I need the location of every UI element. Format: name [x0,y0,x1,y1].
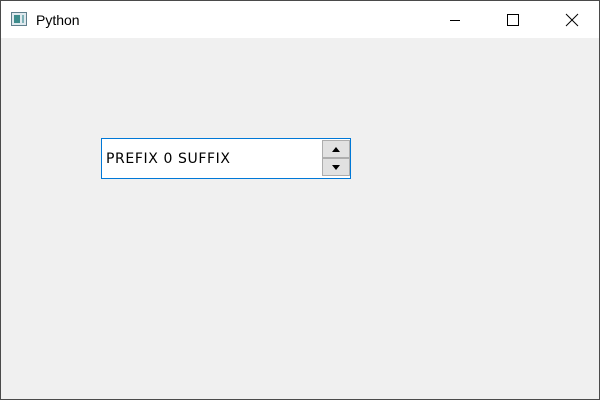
maximize-icon [507,13,519,26]
spinbox-down-button[interactable] [322,158,350,176]
spinbox-value-text[interactable]: PREFIX 0 SUFFIX [106,150,231,168]
title-bar[interactable]: Python [1,1,599,38]
spinbox[interactable]: PREFIX 0 SUFFIX [101,138,351,179]
minimize-icon [450,19,460,21]
maximize-button[interactable] [490,1,536,38]
minimize-button[interactable] [432,1,478,38]
close-button[interactable] [549,1,595,38]
spinbox-up-button[interactable] [322,140,350,158]
arrow-down-icon [332,164,340,170]
window-title: Python [36,12,80,28]
python-app-icon[interactable] [11,12,27,26]
arrow-up-icon [332,146,340,152]
close-icon [565,13,579,26]
app-window: Python PREFIX 0 SUFFIX [0,0,600,400]
